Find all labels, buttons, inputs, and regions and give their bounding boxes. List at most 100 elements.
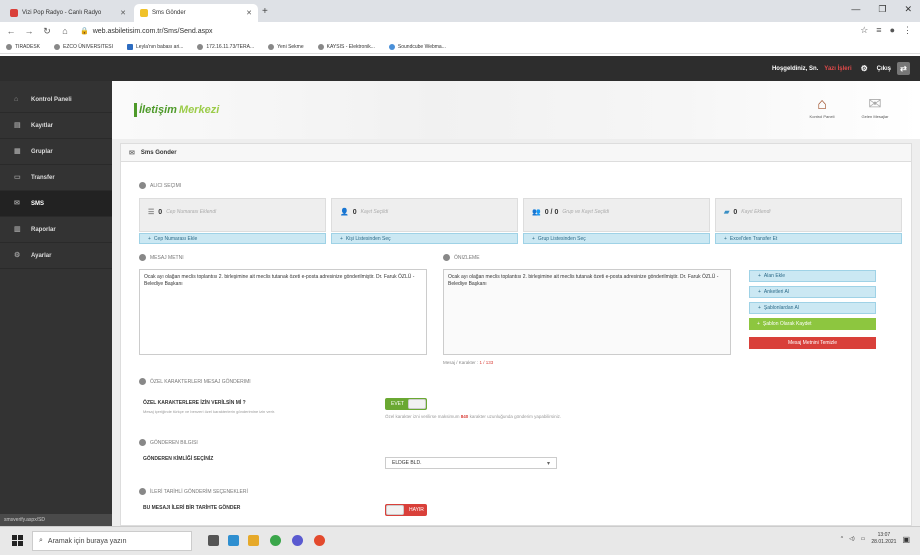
add-link-button[interactable]: + Anketleri Al [749,286,876,298]
sidebar-item-raporlar[interactable]: ▥ Raporlar [0,217,112,243]
volume-icon[interactable]: ◁) [849,536,855,542]
chevron-down-icon: ▾ [546,461,550,467]
app-icon[interactable] [292,535,303,546]
bookmark-item[interactable]: Yeni Sekme [268,43,304,50]
sender-select[interactable]: ELDGE BLD. ▾ [385,457,557,469]
back-icon[interactable]: ← [4,26,18,36]
bookmark-item[interactable]: EZCO ÜNIVERSITESI [54,43,113,50]
task-view-icon[interactable] [208,535,219,546]
browser-tab-sms[interactable]: Sms Gönder ✕ [134,4,258,22]
close-tab-icon[interactable]: ✕ [120,9,126,17]
reload-icon[interactable]: ↻ [40,26,54,37]
group-icon: 👥 [532,209,541,216]
app-icon[interactable] [270,535,281,546]
notification-icon[interactable]: ▣ [902,535,910,544]
clock[interactable]: 13:07 28.01.2021 [871,532,896,546]
chrome-icon[interactable] [314,535,325,546]
close-window-icon[interactable]: ✕ [904,4,912,15]
sidebar-item-transfer[interactable]: ▭ Transfer [0,165,112,191]
recipient-box-phone: ☰ 0 Cep Numarası Eklendi [139,198,326,232]
message-textarea[interactable]: Ocak ayı olağan meclis toplantısı 2. bir… [139,269,427,355]
tray-chevron-icon[interactable]: ^ [841,536,843,542]
home-icon: ⌂ [817,96,827,113]
globe-icon [6,43,12,50]
save-template-button[interactable]: + Şablon Olarak Kaydet [749,318,876,330]
bookmark-item[interactable]: Leyla'nın babası ari... [127,43,183,50]
control-panel-link[interactable]: ⌂ Kontrol Paneli [807,96,837,119]
url-field[interactable]: 🔒 web.asbiletisim.com.tr/Sms/Send.aspx [80,27,213,36]
windows-start-icon[interactable] [12,535,23,546]
tab-title: Sms Gönder [152,10,186,16]
network-icon[interactable]: ▭ [861,536,866,542]
recipient-box-person: 👤 0 Kayıt Seçildi [331,198,518,232]
gear-icon[interactable]: ⚙ [858,62,871,75]
clear-message-button[interactable]: Mesaj Metnini Temizle [749,337,876,349]
reading-list-icon[interactable]: ≡ [876,25,881,36]
address-bar-row: ← → ↻ ⌂ 🔒 web.asbiletisim.com.tr/Sms/Sen… [0,22,920,40]
tab-title: Vizi Pop Radyo - Canlı Radyo [22,10,102,16]
logo[interactable]: İletişim Merkezi [134,103,219,117]
window-controls: — ❐ ✕ [851,4,912,15]
bookmark-item[interactable]: 172.16.11.73/TERA... [197,43,254,50]
profile-icon[interactable]: ● [890,25,895,36]
new-tab-icon[interactable]: + [262,6,268,17]
globe-icon [54,43,61,50]
add-phone-button[interactable]: + Cep Numarası Ekle [139,233,326,244]
section-bullet-icon [139,488,146,495]
sidebar-item-kayitlar[interactable]: ▤ Kayıtlar [0,113,112,139]
plus-icon: + [758,289,761,295]
sidebar-item-kontrol-paneli[interactable]: ⌂ Kontrol Paneli [0,87,112,113]
inbox-link[interactable]: ✉ Gelen Mesajlar [860,96,890,119]
logout-label[interactable]: Çıkış [877,66,891,72]
plus-icon: + [757,321,760,327]
section-bullet-icon [139,378,146,385]
recipient-box-group: 👥 0 / 0 Grup ve Kayıt Seçildi [523,198,710,232]
schedule-toggle[interactable]: HAYIR [385,504,427,516]
taskbar-search[interactable]: ⌕ Aramak için buraya yazın [32,531,192,551]
browser-tab-strip: Vizi Pop Radyo - Canlı Radyo ✕ Sms Gönde… [0,0,920,22]
edge-icon[interactable] [228,535,239,546]
add-field-button[interactable]: + Alan Ekle [749,270,876,282]
globe-icon [268,43,275,50]
forward-icon[interactable]: → [22,26,36,36]
minimize-icon[interactable]: — [851,4,860,15]
plus-icon: + [532,235,535,242]
excel-transfer-button[interactable]: + Excel'den Transfer Et [715,233,902,244]
bookmark-star-icon[interactable]: ☆ [860,25,868,36]
panel-header: ✉ Sms Gonder [121,144,911,162]
section-header-sender: GÖNDEREN BILGISI [139,439,198,446]
bookmark-favicon-icon [388,43,395,50]
recipient-box-excel: ▰ 0 Kayıt Eklendi [715,198,902,232]
sidebar-item-sms[interactable]: ✉ SMS [0,191,112,217]
sidebar-item-gruplar[interactable]: ▦ Gruplar [0,139,112,165]
file-explorer-icon[interactable] [248,535,259,546]
select-person-button[interactable]: + Kişi Listesinden Seç [331,233,518,244]
lock-icon: 🔒 [80,28,89,35]
special-chars-toggle[interactable]: EVET [385,398,427,410]
add-template-button[interactable]: + Şablonlardan Al [749,302,876,314]
search-icon: ⌕ [39,537,43,544]
sms-icon: ✉ [129,149,135,157]
menu-icon[interactable]: ⋮ [903,25,912,36]
bookmark-item[interactable]: Soundcube Webma... [388,43,446,50]
globe-icon [317,43,324,50]
browser-tab-radio[interactable]: Vizi Pop Radyo - Canlı Radyo ✕ [4,4,132,22]
user-name[interactable]: Yazı İşleri [824,66,851,72]
plus-icon: + [724,235,727,242]
bookmark-item[interactable]: KAYSIS - Elektronik... [317,43,375,50]
sidebar-item-ayarlar[interactable]: ⚙ Ayarlar [0,243,112,269]
special-chars-question: ÖZEL KARAKTERLERE İZİN VERİLSİN Mİ ? [143,400,246,406]
close-tab-icon[interactable]: ✕ [246,9,252,17]
section-header-schedule: İLERİ TARİHLİ GÖNDERİM SEÇENEKLERİ [139,488,248,495]
bookmark-item[interactable]: TIRADESK [6,43,40,50]
section-header-preview: ÖNIZLEME [443,254,480,261]
sms-icon: ✉ [14,200,20,207]
select-group-button[interactable]: + Grup Listesinden Seç [523,233,710,244]
logout-icon[interactable]: ⇄ [897,62,910,75]
home-icon[interactable]: ⌂ [58,26,72,36]
maximize-icon[interactable]: ❐ [878,4,886,15]
url-text: web.asbiletisim.com.tr/Sms/Send.aspx [92,27,213,35]
section-bullet-icon [139,182,146,189]
status-url: smsverify.aspx/SD [0,514,112,526]
main-content: İletişim Merkezi ⌂ Kontrol Paneli ✉ Gelen… [112,81,920,526]
